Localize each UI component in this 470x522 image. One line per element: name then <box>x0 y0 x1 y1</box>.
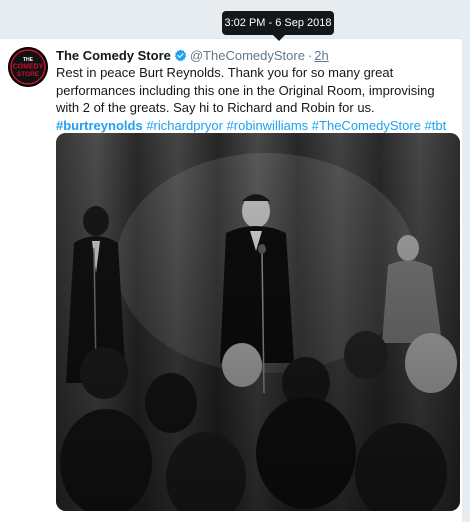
hashtag-burtreynolds[interactable]: #burtreynolds <box>56 118 143 133</box>
stage-photo-illustration <box>56 133 460 511</box>
hashtag-robinwilliams[interactable]: #robinwilliams <box>227 118 309 133</box>
tooltip-arrow <box>273 35 285 41</box>
hashtag-thecomedystore[interactable]: #TheComedyStore <box>312 118 421 133</box>
hashtag-richardpryor[interactable]: #richardpryor <box>146 118 223 133</box>
hashtag-tbt[interactable]: #tbt <box>425 118 447 133</box>
author-name[interactable]: The Comedy Store <box>56 48 171 63</box>
tweet-body: Rest in peace Burt Reynolds. Thank you f… <box>56 64 456 134</box>
relative-time-link[interactable]: 2h <box>314 48 328 63</box>
logo-text-3: STORE <box>17 71 40 78</box>
verified-badge-icon <box>174 49 187 65</box>
timestamp-tooltip: 3:02 PM - 6 Sep 2018 <box>222 11 334 35</box>
tweet-text: Rest in peace Burt Reynolds. Thank you f… <box>56 65 435 115</box>
tweet-photo[interactable] <box>56 133 460 511</box>
separator-dot: · <box>307 48 313 63</box>
logo-text-1: THE <box>23 57 34 63</box>
logo-text-2: COMEDY <box>13 64 44 71</box>
author-handle[interactable]: @TheComedyStore <box>190 48 305 63</box>
avatar[interactable]: THE COMEDY STORE <box>8 47 48 87</box>
comedy-store-logo: THE COMEDY STORE <box>8 47 48 87</box>
